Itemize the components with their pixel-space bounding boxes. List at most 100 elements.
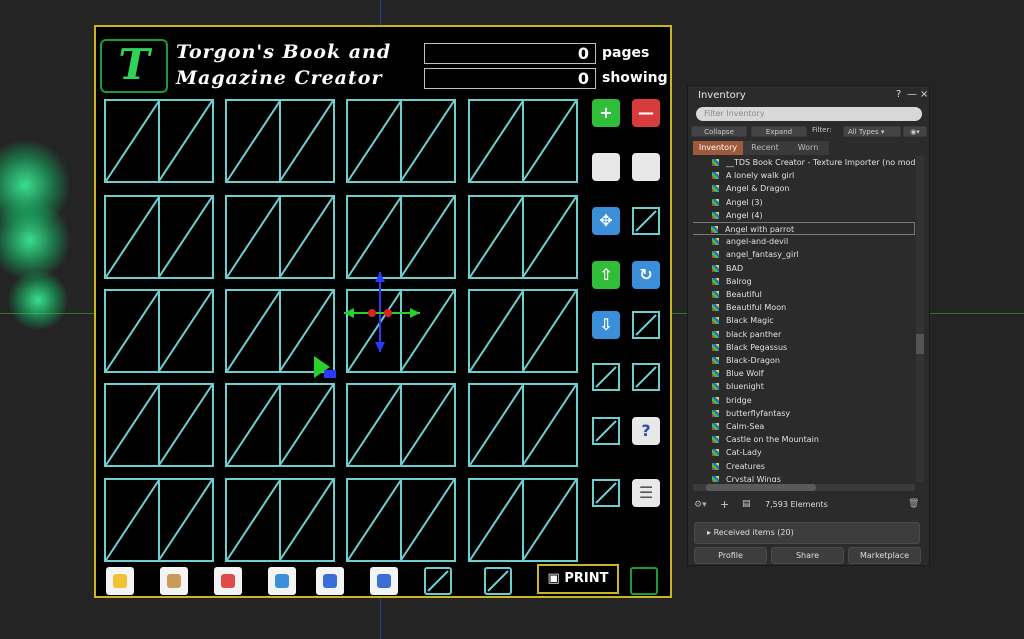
- print-button[interactable]: ▣ PRINT: [537, 564, 619, 594]
- empty-slot-button[interactable]: [592, 417, 620, 445]
- page-slot[interactable]: [104, 99, 214, 183]
- move-gizmo[interactable]: [314, 272, 424, 382]
- list-button[interactable]: ☰: [632, 479, 660, 507]
- chart-icon: [377, 574, 391, 588]
- empty-slot-button[interactable]: [592, 479, 620, 507]
- next-button[interactable]: [632, 153, 660, 181]
- inventory-item[interactable]: Angel with parrot: [693, 222, 915, 235]
- inventory-item[interactable]: A lonely walk girl: [693, 169, 915, 182]
- globe-button[interactable]: [268, 567, 296, 595]
- page-slot[interactable]: [104, 195, 214, 279]
- inventory-item[interactable]: black panther: [693, 328, 915, 341]
- folder-icon[interactable]: ▤: [742, 499, 751, 509]
- empty-slot-button[interactable]: [632, 363, 660, 391]
- page-slot[interactable]: [225, 383, 335, 467]
- help-button[interactable]: ?: [632, 417, 660, 445]
- empty-slot-button[interactable]: [632, 311, 660, 339]
- gear-icon[interactable]: ⚙▾: [694, 500, 707, 510]
- page-slot[interactable]: [225, 478, 335, 562]
- inventory-item[interactable]: Crystal Wings: [693, 473, 915, 482]
- inventory-item[interactable]: Angel & Dragon: [693, 182, 915, 195]
- inventory-item[interactable]: __TDS Book Creator - Texture Importer (n…: [693, 156, 915, 169]
- texture-icon: [712, 198, 719, 206]
- page-slot[interactable]: [346, 195, 456, 279]
- page-slot[interactable]: [468, 99, 578, 183]
- inventory-item[interactable]: bluenight: [693, 380, 915, 393]
- inventory-item[interactable]: butterflyfantasy: [693, 407, 915, 420]
- inventory-item[interactable]: Beautiful: [693, 288, 915, 301]
- inventory-item[interactable]: Balrog: [693, 275, 915, 288]
- page-slot[interactable]: [468, 478, 578, 562]
- inventory-item[interactable]: Black Magic: [693, 314, 915, 327]
- page-slot[interactable]: [468, 289, 578, 373]
- inventory-item[interactable]: Black Pegassus: [693, 341, 915, 354]
- inventory-item[interactable]: bridge: [693, 394, 915, 407]
- inventory-item[interactable]: Beautiful Moon: [693, 301, 915, 314]
- box-button[interactable]: [160, 567, 188, 595]
- prev-button[interactable]: [592, 153, 620, 181]
- vertical-scroll-thumb[interactable]: [916, 334, 924, 354]
- expand-button[interactable]: Expand: [751, 126, 807, 137]
- inventory-item[interactable]: Calm-Sea: [693, 420, 915, 433]
- inventory-item[interactable]: angel-and-devil: [693, 235, 915, 248]
- inventory-item[interactable]: Black-Dragon: [693, 354, 915, 367]
- pen-button[interactable]: [106, 567, 134, 595]
- page-slot[interactable]: [346, 383, 456, 467]
- received-items-panel[interactable]: ▸ Received items (20): [694, 522, 920, 544]
- tab-recent[interactable]: Recent: [743, 141, 787, 155]
- list-button[interactable]: [316, 567, 344, 595]
- inventory-item-label: Angel (4): [726, 210, 763, 220]
- share-button[interactable]: Share: [771, 547, 844, 564]
- trash-icon[interactable]: 🗑: [908, 499, 919, 509]
- page-slot[interactable]: [225, 99, 335, 183]
- page-slot[interactable]: [225, 195, 335, 279]
- plus-button[interactable]: +: [592, 99, 620, 127]
- inventory-item-label: Beautiful: [726, 290, 762, 299]
- chart-button[interactable]: [370, 567, 398, 595]
- inventory-item[interactable]: Castle on the Mountain: [693, 433, 915, 446]
- shop-button[interactable]: [214, 567, 242, 595]
- empty-slot-button[interactable]: [632, 207, 660, 235]
- expand-button[interactable]: ✥: [592, 207, 620, 235]
- minimize-button[interactable]: —: [907, 89, 917, 100]
- vertical-scrollbar[interactable]: [916, 156, 924, 482]
- profile-button[interactable]: Profile: [694, 547, 767, 564]
- close-button[interactable]: ×: [920, 89, 928, 100]
- texture-icon: [712, 409, 719, 417]
- up-arrow-button[interactable]: ⇧: [592, 261, 620, 289]
- inventory-item-label: butterflyfantasy: [726, 408, 791, 418]
- marketplace-button[interactable]: Marketplace: [848, 547, 921, 564]
- inventory-item-label: Beautiful Moon: [726, 303, 787, 313]
- inventory-item[interactable]: Blue Wolf: [693, 367, 915, 380]
- page-slot[interactable]: [346, 99, 456, 183]
- add-icon[interactable]: +: [720, 498, 729, 511]
- tab-inventory[interactable]: Inventory: [693, 141, 743, 155]
- empty-slot-button[interactable]: [592, 363, 620, 391]
- inventory-item[interactable]: BAD: [693, 262, 915, 275]
- inventory-item[interactable]: Creatures: [693, 460, 915, 473]
- tab-worn[interactable]: Worn: [787, 141, 829, 155]
- page-slot[interactable]: [468, 383, 578, 467]
- empty-slot-button[interactable]: [424, 567, 452, 595]
- eye-icon[interactable]: ◉▾: [903, 126, 927, 137]
- elements-count: 7,593 Elements: [765, 500, 828, 509]
- horizontal-scroll-thumb[interactable]: [706, 484, 816, 491]
- page-slot[interactable]: [468, 195, 578, 279]
- page-slot[interactable]: [104, 383, 214, 467]
- filter-inventory-input[interactable]: Filter Inventory: [696, 107, 922, 121]
- torgon-logo-button[interactable]: [630, 567, 658, 595]
- inventory-item[interactable]: angel_fantasy_girl: [693, 248, 915, 261]
- page-slot[interactable]: [346, 478, 456, 562]
- collapse-button[interactable]: Collapse: [691, 126, 747, 137]
- page-slot[interactable]: [104, 289, 214, 373]
- help-button[interactable]: ?: [896, 89, 901, 100]
- page-slot[interactable]: [104, 478, 214, 562]
- inventory-item[interactable]: Cat-Lady: [693, 446, 915, 459]
- inventory-item[interactable]: Angel (3): [693, 196, 915, 209]
- refresh-button[interactable]: ↻: [632, 261, 660, 289]
- inventory-item[interactable]: Angel (4): [693, 209, 915, 222]
- minus-button[interactable]: —: [632, 99, 660, 127]
- down-arrow-button[interactable]: ⇩: [592, 311, 620, 339]
- filter-type-select[interactable]: All Types ▾: [843, 126, 901, 137]
- empty-slot-button[interactable]: [484, 567, 512, 595]
